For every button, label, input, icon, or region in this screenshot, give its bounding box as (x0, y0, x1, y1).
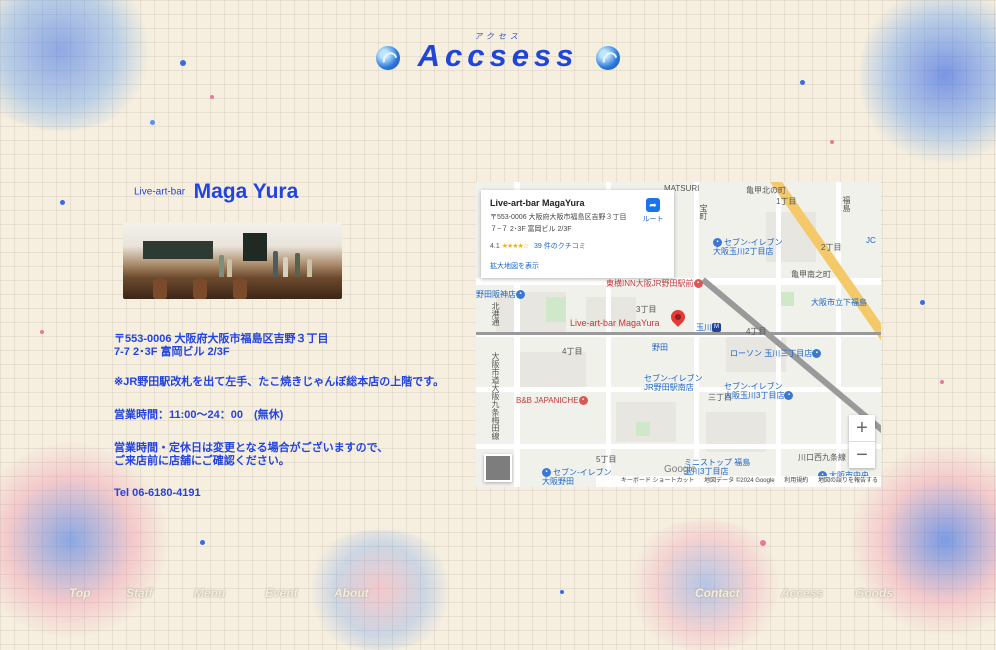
zoom-in-button[interactable]: + (849, 415, 875, 441)
zoom-controls: + − (849, 415, 875, 468)
google-map[interactable]: MATSURI 亀甲北の町 1丁目 2丁目 亀甲南之町 3丁目 4丁目 4丁目 … (476, 182, 881, 487)
directions-label: ルート (642, 216, 664, 223)
shop-tel[interactable]: Tel 06-6180-4191 (114, 487, 201, 500)
map-label: 5丁目 (596, 455, 617, 464)
map-label: 4丁目 (562, 347, 583, 356)
metro-icon: M (712, 323, 721, 333)
shop-icon: ▪ (516, 290, 525, 300)
map-label: 福島 (842, 196, 851, 212)
nav-contact[interactable]: Contact (695, 586, 740, 600)
shop-address: 〒553-0006 大阪府大阪市福島区吉野３丁目 7-7 2･3F 富岡ビル 2… (114, 333, 329, 358)
map-label: 4丁目 (746, 327, 767, 336)
shop-interior-photo (123, 223, 342, 299)
nav-top[interactable]: Top (69, 586, 91, 600)
nav-goods[interactable]: Goods (855, 586, 893, 600)
station-noda[interactable]: 野田 (652, 342, 668, 353)
station-tamagawa[interactable]: 玉川 M (696, 322, 723, 333)
enlarge-map-link[interactable]: 拡大地図を表示 (490, 261, 539, 271)
poi-hotel[interactable]: 東横INN大阪JR野田駅前 ▪ (606, 278, 705, 289)
yin-yang-icon (376, 46, 400, 70)
report-error-link[interactable]: 地図の誤りを報告する (818, 478, 878, 484)
map-label: 3丁目 (636, 305, 657, 314)
map-label: 1丁目 (776, 197, 797, 206)
brand-prefix: Live-art-bar (134, 186, 186, 198)
place-rating: 4.1 ★★★★☆ 39 件のクチコミ (490, 241, 586, 251)
shop-directions: ※JR野田駅改札を出て左手、たこ焼きじゃんぼ総本店の上階です。 (114, 376, 445, 388)
map-label: 川口西九条線 (798, 453, 846, 462)
nav-about[interactable]: About (334, 586, 369, 600)
poi-shop[interactable]: 野田阪神店 ▪ (476, 289, 527, 300)
nav-staff[interactable]: Staff (126, 586, 152, 600)
keyboard-shortcuts-link[interactable]: キーボード ショートカット (621, 478, 695, 484)
google-logo: Google (664, 464, 697, 475)
store-icon: ▪ (784, 391, 794, 401)
yin-yang-icon (596, 46, 620, 70)
poi-seven-eleven[interactable]: セブン-イレブン 大阪玉川3丁目店 ▪ (724, 382, 795, 401)
map-layer-toggle[interactable] (484, 454, 512, 482)
brand-name: Maga Yura (193, 180, 299, 203)
hotel-icon: ▪ (693, 279, 703, 289)
shop-brand: Live-art-bar Maga Yura (134, 180, 298, 204)
map-label: 大阪市道大阪九条梅田線 (491, 352, 500, 440)
map-label: 北港通 (491, 302, 500, 326)
poi-seven-eleven[interactable]: セブン-イレブン JR野田駅南店 (644, 374, 703, 392)
shop-notice: 営業時間・定休日は変更となる場合がございますので、 ご来店前に店舗にご確認くださ… (114, 442, 389, 467)
poi-hotel[interactable]: B&B JAPANICHE ▪ (516, 396, 590, 406)
directions-button[interactable]: ➦ ルート (638, 198, 668, 224)
map-data-text: 地図データ ©2024 Google (704, 478, 775, 484)
shop-hours: 営業時間：11:00〜24：00 (無休) (114, 409, 284, 421)
page-title: Accsess (417, 38, 579, 73)
poi-lawson[interactable]: ローソン 玉川三丁目店 ▪ (730, 348, 823, 359)
poi-school[interactable]: 大阪市立下福島 (811, 297, 867, 308)
location-pin-icon[interactable] (668, 307, 688, 327)
map-label: 宝町 (699, 204, 708, 220)
map-label: 亀甲北の町 (746, 186, 786, 195)
map-label: 亀甲南之町 (791, 270, 831, 279)
directions-icon: ➦ (646, 198, 660, 212)
store-icon: ▪ (812, 349, 822, 359)
map-attribution: キーボード ショートカット 地図データ ©2024 Google 利用規約 地図… (596, 476, 881, 487)
terms-link[interactable]: 利用規約 (784, 478, 808, 484)
zoom-out-button[interactable]: − (849, 442, 875, 468)
nav-event[interactable]: Event (265, 586, 298, 600)
nav-access[interactable]: Access (781, 586, 823, 600)
poi-seven-eleven[interactable]: ▪ セブン-イレブン 大阪玉川2丁目店 (713, 238, 783, 256)
poi-jc[interactable]: JC (866, 236, 876, 245)
hotel-icon: ▪ (578, 396, 588, 406)
rating-value: 4.1 (490, 243, 500, 250)
place-name: Live-art-bar MagaYura (490, 198, 585, 208)
place-address: 〒553-0006 大阪府大阪市福島区吉野３丁目７−７ 2･3F 富岡ビル 2/… (490, 214, 627, 233)
nav-menu[interactable]: Menu (194, 586, 225, 600)
map-place-card: Live-art-bar MagaYura 〒553-0006 大阪府大阪市福島… (481, 190, 674, 278)
map-label: 2丁目 (821, 243, 842, 252)
reviews-link[interactable]: 39 件のクチコミ (534, 243, 586, 250)
pin-label: Live-art-bar MagaYura (570, 318, 660, 328)
rating-stars: ★★★★☆ (501, 243, 529, 250)
